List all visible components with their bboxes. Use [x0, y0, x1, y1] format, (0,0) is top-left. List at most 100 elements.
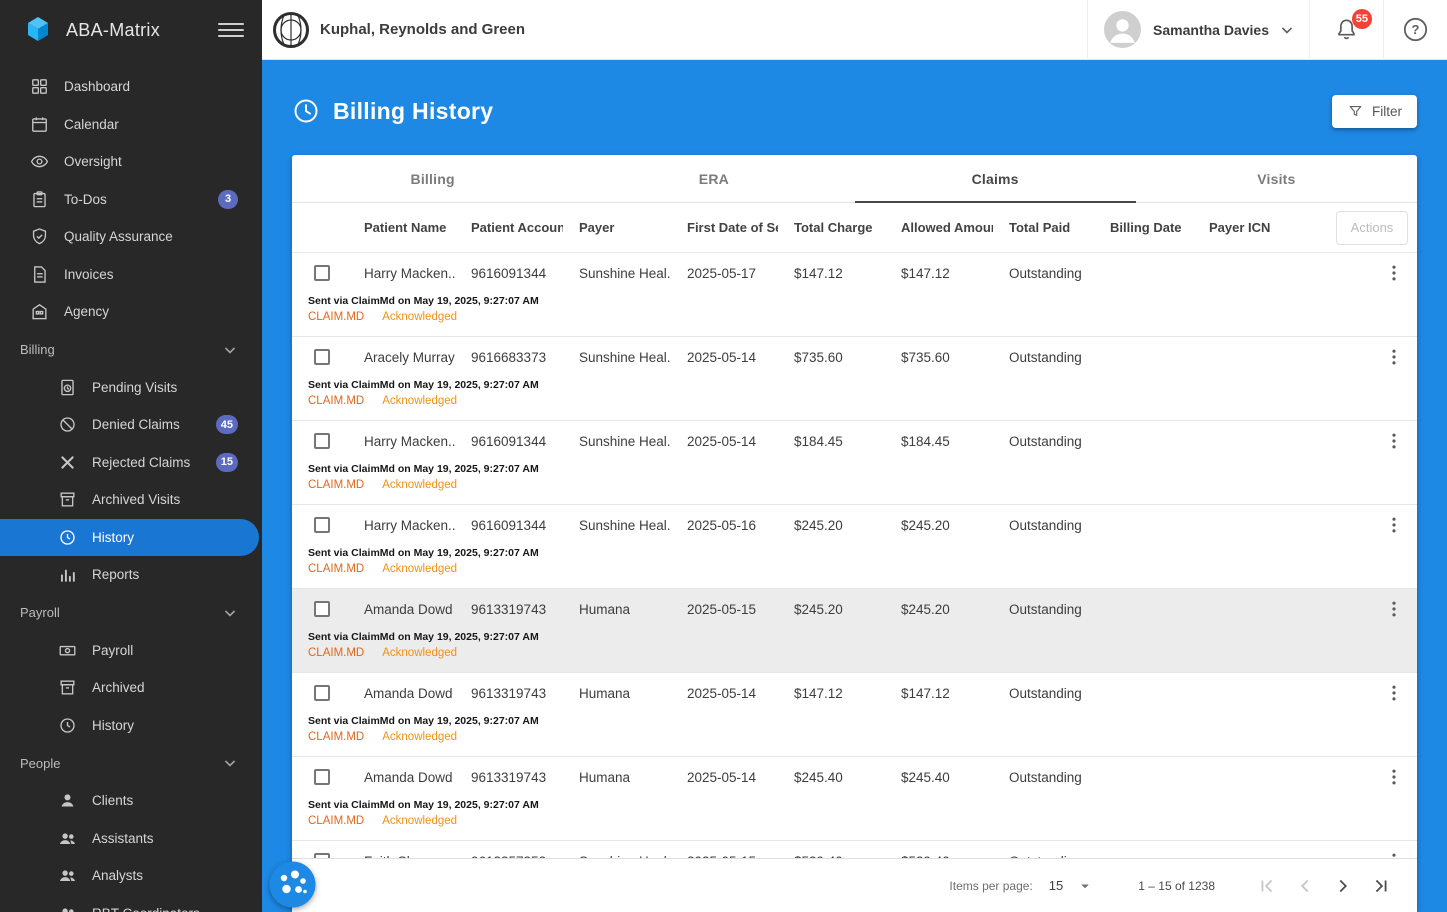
- claim-row[interactable]: Harry Macken... 9616091344 Sunshine Heal…: [292, 505, 1417, 589]
- sidebar-item[interactable]: People: [0, 744, 262, 782]
- tab[interactable]: Billing: [292, 155, 573, 202]
- claim-status-link[interactable]: Acknowledged: [382, 395, 457, 407]
- sidebar-item[interactable]: Denied Claims 45: [0, 406, 262, 444]
- row-menu-button[interactable]: [1381, 680, 1407, 706]
- cell-payer: Humana: [579, 769, 631, 785]
- cell-patient-name: Harry Macken...: [364, 433, 455, 449]
- clearinghouse-link[interactable]: CLAIM.MD: [308, 815, 364, 827]
- row-menu-button[interactable]: [1381, 596, 1407, 622]
- row-menu-button[interactable]: [1381, 260, 1407, 286]
- claim-row[interactable]: Aracely Murray 9616683373 Sunshine Heal.…: [292, 337, 1417, 421]
- sidebar-item-label: Invoices: [64, 266, 114, 282]
- claim-row[interactable]: Harry Macken... 9616091344 Sunshine Heal…: [292, 421, 1417, 505]
- sidebar-item[interactable]: Rejected Claims 15: [0, 444, 262, 482]
- claim-status-link[interactable]: Acknowledged: [382, 647, 457, 659]
- sidebar-item[interactable]: Reports: [0, 556, 262, 594]
- cell-first-date: 2025-05-14: [687, 685, 757, 701]
- clearinghouse-link[interactable]: CLAIM.MD: [308, 731, 364, 743]
- sidebar-item[interactable]: Dashboard: [0, 68, 262, 106]
- notifications-button[interactable]: 55: [1309, 0, 1383, 59]
- sidebar-item-label: Clients: [92, 793, 134, 809]
- kebab-icon: [1384, 599, 1404, 619]
- sidebar-item[interactable]: History: [0, 707, 262, 745]
- tab[interactable]: ERA: [573, 155, 854, 202]
- sidebar-item[interactable]: Clients: [0, 782, 262, 820]
- user-menu[interactable]: Samantha Davies: [1087, 0, 1309, 59]
- sidebar-item-icon: [30, 265, 49, 284]
- sidebar-item[interactable]: Calendar: [0, 106, 262, 144]
- sidebar-item[interactable]: Assistants: [0, 820, 262, 858]
- sent-note: Sent via ClaimMd on May 19, 2025, 9:27:0…: [308, 547, 539, 559]
- row-checkbox[interactable]: [314, 433, 330, 449]
- filter-icon: [1349, 105, 1362, 116]
- claim-status-link[interactable]: Acknowledged: [382, 563, 457, 575]
- sidebar-item-icon: [58, 904, 77, 912]
- menu-toggle-button[interactable]: [218, 19, 244, 41]
- row-menu-button[interactable]: [1381, 512, 1407, 538]
- claim-row[interactable]: Amanda Dowd 9613319743 Humana 2025-05-14…: [292, 673, 1417, 757]
- claim-status-link[interactable]: Acknowledged: [382, 311, 457, 323]
- actions-button[interactable]: Actions: [1336, 210, 1408, 245]
- claim-row[interactable]: Faith Sl... 9613357353 Sunshine Heal... …: [292, 841, 1417, 858]
- last-page-button[interactable]: [1369, 874, 1393, 898]
- help-icon: ?: [1403, 17, 1428, 42]
- svg-text:?: ?: [1412, 22, 1420, 37]
- sidebar-item[interactable]: Quality Assurance: [0, 218, 262, 256]
- cell-patient-account: 9616091344: [471, 265, 547, 281]
- clearinghouse-link[interactable]: CLAIM.MD: [308, 395, 364, 407]
- row-checkbox[interactable]: [314, 349, 330, 365]
- row-checkbox[interactable]: [314, 517, 330, 533]
- clearinghouse-link[interactable]: CLAIM.MD: [308, 479, 364, 491]
- items-per-page-select[interactable]: 15: [1049, 877, 1094, 895]
- row-checkbox[interactable]: [314, 601, 330, 617]
- claim-row[interactable]: Harry Macken... 9616091344 Sunshine Heal…: [292, 253, 1417, 337]
- claim-status-link[interactable]: Acknowledged: [382, 815, 457, 827]
- row-checkbox[interactable]: [314, 769, 330, 785]
- chat-launcher-button[interactable]: [269, 861, 316, 908]
- cell-patient-name: Amanda Dowd: [364, 769, 453, 785]
- sidebar-item[interactable]: To-Dos 3: [0, 181, 262, 219]
- row-checkbox[interactable]: [314, 685, 330, 701]
- row-checkbox[interactable]: [314, 265, 330, 281]
- row-menu-button[interactable]: [1381, 848, 1407, 858]
- last-page-icon: [1375, 879, 1387, 892]
- filter-button[interactable]: Filter: [1332, 94, 1417, 128]
- sidebar-item[interactable]: RBT Coordinators: [0, 895, 262, 912]
- tab[interactable]: Visits: [1136, 155, 1417, 202]
- next-page-button[interactable]: [1331, 874, 1355, 898]
- first-page-button[interactable]: [1255, 874, 1279, 898]
- help-button[interactable]: ?: [1383, 0, 1447, 59]
- claim-row[interactable]: Amanda Dowd 9613319743 Humana 2025-05-14…: [292, 757, 1417, 841]
- sidebar-item[interactable]: History: [0, 518, 259, 556]
- sidebar-item[interactable]: Archived Visits: [0, 481, 262, 519]
- cell-allowed-amount: $245.40: [901, 769, 950, 785]
- sidebar-item[interactable]: Payroll: [0, 594, 262, 632]
- sidebar-item-label: History: [92, 529, 135, 545]
- clearinghouse-link[interactable]: CLAIM.MD: [308, 563, 364, 575]
- sidebar-item[interactable]: Archived: [0, 669, 262, 707]
- sidebar-item-icon: [30, 152, 49, 171]
- topbar: Kuphal, Reynolds and Green Samantha Davi…: [262, 0, 1447, 60]
- row-menu-button[interactable]: [1381, 344, 1407, 370]
- sidebar-item[interactable]: Analysts: [0, 857, 262, 895]
- sidebar-item[interactable]: Invoices: [0, 256, 262, 294]
- app-logo-icon: [28, 17, 48, 41]
- sidebar-item[interactable]: Billing: [0, 331, 262, 369]
- claim-status-link[interactable]: Acknowledged: [382, 731, 457, 743]
- row-menu-button[interactable]: [1381, 428, 1407, 454]
- claim-status-link[interactable]: Acknowledged: [382, 479, 457, 491]
- sidebar-item[interactable]: Agency: [0, 293, 262, 331]
- sidebar-item[interactable]: Pending Visits: [0, 369, 262, 407]
- sidebar-item[interactable]: Payroll: [0, 632, 262, 670]
- claim-row[interactable]: Amanda Dowd 9613319743 Humana 2025-05-15…: [292, 589, 1417, 673]
- sidebar-item[interactable]: Oversight: [0, 143, 262, 181]
- sidebar-item-label: Billing: [20, 342, 55, 357]
- sent-note: Sent via ClaimMd on May 19, 2025, 9:27:0…: [308, 379, 539, 391]
- previous-page-button[interactable]: [1293, 874, 1317, 898]
- tab[interactable]: Claims: [854, 155, 1137, 203]
- cell-payer: Sunshine Heal...: [579, 349, 671, 365]
- cell-patient-account: 9616683373: [471, 349, 547, 365]
- clearinghouse-link[interactable]: CLAIM.MD: [308, 311, 364, 323]
- row-menu-button[interactable]: [1381, 764, 1407, 790]
- clearinghouse-link[interactable]: CLAIM.MD: [308, 647, 364, 659]
